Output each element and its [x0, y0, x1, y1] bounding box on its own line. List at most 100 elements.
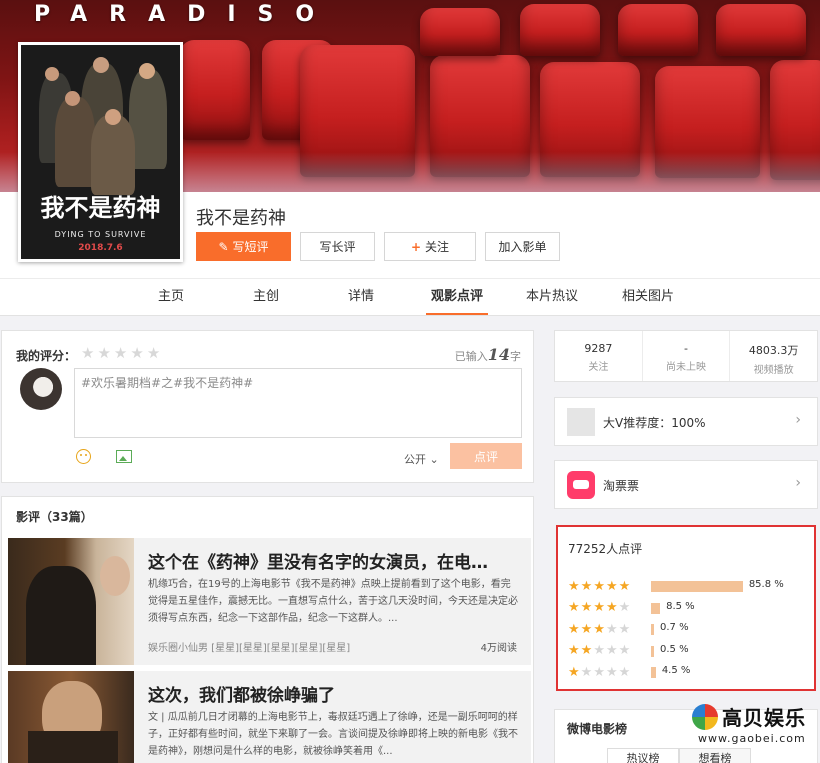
emoji-icon[interactable]: [76, 449, 91, 464]
score-bar: [651, 645, 654, 657]
star-icon: ★: [568, 621, 580, 637]
tab-discussion[interactable]: 本片热议: [521, 279, 583, 315]
tab-reviews[interactable]: 观影点评: [426, 279, 488, 315]
score-bar: [651, 602, 661, 614]
stat-value: 4803.3万: [748, 344, 799, 357]
star-icon: ★: [618, 664, 631, 680]
write-long-review-button[interactable]: 写长评: [300, 232, 375, 261]
score-bar: [651, 667, 656, 678]
score-row: ★ ★ ★ ★ ★ 4.5 %: [568, 665, 808, 679]
add-to-list-button[interactable]: 加入影单: [485, 232, 560, 261]
char-counter-prefix: 已输入: [454, 350, 488, 363]
char-counter: 已输入14字: [455, 345, 521, 364]
write-short-review-label: 写短评: [232, 240, 269, 254]
visibility-select[interactable]: 公开 ⌄: [404, 451, 439, 467]
review-title[interactable]: 这次，我们都被徐峥骗了: [148, 681, 518, 706]
tab-hot[interactable]: 热议榜: [607, 748, 679, 763]
score-percent: 0.5 %: [660, 643, 689, 655]
stat-value: 9287: [584, 342, 613, 355]
tab-want-to-see[interactable]: 想看榜: [679, 748, 751, 763]
score-count: 77252人点评: [568, 542, 643, 556]
star-icon: ★: [568, 643, 580, 658]
char-counter-value: 14: [487, 345, 510, 364]
score-percent: 85.8 %: [748, 579, 784, 590]
star-icon[interactable]: ★: [81, 346, 94, 361]
star-icon: ★: [580, 578, 593, 594]
star-icon[interactable]: ★: [114, 346, 127, 361]
star-icon: ★: [618, 643, 631, 658]
thumb-figure: [26, 566, 96, 665]
seat-shape: [716, 4, 806, 56]
char-counter-suffix: 字: [510, 350, 521, 363]
review-read-count: 4万阅读: [480, 643, 517, 654]
score-percent: 4.5 %: [661, 665, 691, 676]
poster-face: [45, 67, 59, 81]
score-distribution-card: 77252人点评 ★ ★ ★ ★ ★ 85.8 % ★ ★ ★ ★ ★ 8.5 % ★ ★ ★ ★ ★ 0.7 %…: [556, 525, 816, 691]
score-row: ★ ★ ★ ★ ★ 0.7 %: [568, 622, 808, 636]
star-icon: ★: [605, 664, 618, 680]
poster-caption: 我不是药神: [40, 193, 161, 222]
stat-follow[interactable]: 9287 关注: [555, 331, 643, 381]
stat-video-plays: 4803.3万 视频播放: [730, 331, 817, 381]
star-icon: ★: [593, 578, 605, 594]
score-row: ★ ★ ★ ★ ★ 0.5 %: [568, 644, 808, 658]
chevron-down-icon: ⌄: [429, 453, 439, 466]
review-textarea[interactable]: #欢乐暑期档#之#我不是药神#: [74, 368, 522, 438]
add-to-list-label: 加入影单: [498, 240, 547, 254]
follow-button[interactable]: + 关注: [384, 232, 476, 261]
tab-details[interactable]: 详情: [338, 279, 384, 315]
star-icon: ★: [580, 621, 593, 637]
star-icon: ★: [605, 643, 618, 658]
watermark-name: 高贝娱乐: [722, 706, 806, 730]
edit-icon: ✎: [218, 239, 229, 254]
star-icon: ★: [580, 664, 593, 680]
score-percent: 8.5 %: [666, 600, 695, 612]
stat-label: 视频播放: [753, 365, 794, 376]
poster-figure: [91, 115, 135, 195]
tab-photos[interactable]: 相关图片: [617, 279, 679, 315]
image-icon[interactable]: [116, 450, 132, 463]
my-rating-label: 我的评分：: [16, 349, 77, 363]
tab-creators[interactable]: 主创: [243, 279, 289, 315]
seat-shape: [520, 4, 600, 56]
poster-date: 2018.7.6: [78, 243, 123, 253]
chevron-right-icon: ›: [795, 412, 801, 428]
movie-poster[interactable]: 我不是药神 DYING TO SURVIVE 2018.7.6: [18, 42, 183, 262]
star-icon: ★: [605, 578, 618, 594]
star-icon: ★: [568, 600, 580, 615]
ticket-card[interactable]: 淘票票 ›: [554, 460, 818, 509]
star-icon: ★: [593, 621, 605, 637]
weibo-chart-title: 微博电影榜: [567, 722, 628, 736]
star-icon: ★: [580, 643, 593, 658]
user-avatar[interactable]: [20, 368, 62, 410]
review-thumbnail[interactable]: [8, 538, 134, 665]
star-icon[interactable]: ★: [97, 346, 110, 361]
submit-review-button[interactable]: 点评: [450, 443, 522, 469]
review-title[interactable]: 这个在《药神》里没有名字的女演员，在电…: [148, 548, 518, 573]
review-item[interactable]: 这个在《药神》里没有名字的女演员，在电… 机缘巧合，在19号的上海电影节《我不是…: [8, 538, 531, 665]
follow-label: 关注: [425, 240, 450, 254]
rating-stars[interactable]: ★ ★ ★ ★ ★: [81, 346, 160, 361]
review-item[interactable]: 这次，我们都被徐峥骗了 文 | 瓜瓜前几日才闭幕的上海电影节上，毒叔廷巧遇上了徐…: [8, 671, 531, 763]
seat-shape: [420, 8, 500, 56]
seat-shape: [618, 4, 698, 56]
influencer-recommend-text: 大V推荐度：100%: [603, 416, 706, 430]
poster-face: [105, 109, 121, 125]
poster-subtitle: DYING TO SURVIVE: [54, 230, 147, 239]
review-thumbnail[interactable]: [8, 671, 134, 763]
movie-title: 我不是药神: [196, 208, 286, 229]
score-bar: [651, 624, 654, 635]
write-long-review-label: 写长评: [319, 240, 356, 254]
star-icon[interactable]: ★: [147, 346, 160, 361]
review-author[interactable]: 娱乐圈小仙男 [星星][星星][星星][星星][星星]: [148, 639, 350, 654]
star-icon[interactable]: ★: [130, 346, 143, 361]
influencer-recommend-card[interactable]: 大V推荐度：100% ›: [554, 397, 818, 446]
watermark-logo: 高贝娱乐 www.gaobei.com: [688, 698, 812, 750]
write-short-review-button[interactable]: ✎ 写短评: [196, 232, 291, 261]
tab-home[interactable]: 主页: [148, 279, 194, 315]
star-icon: ★: [618, 621, 631, 637]
poster-face: [65, 91, 80, 106]
taopiaopiao-logo-icon: [567, 471, 595, 499]
banner-title: PARADISO: [34, 2, 337, 27]
star-icon: ★: [618, 600, 631, 615]
